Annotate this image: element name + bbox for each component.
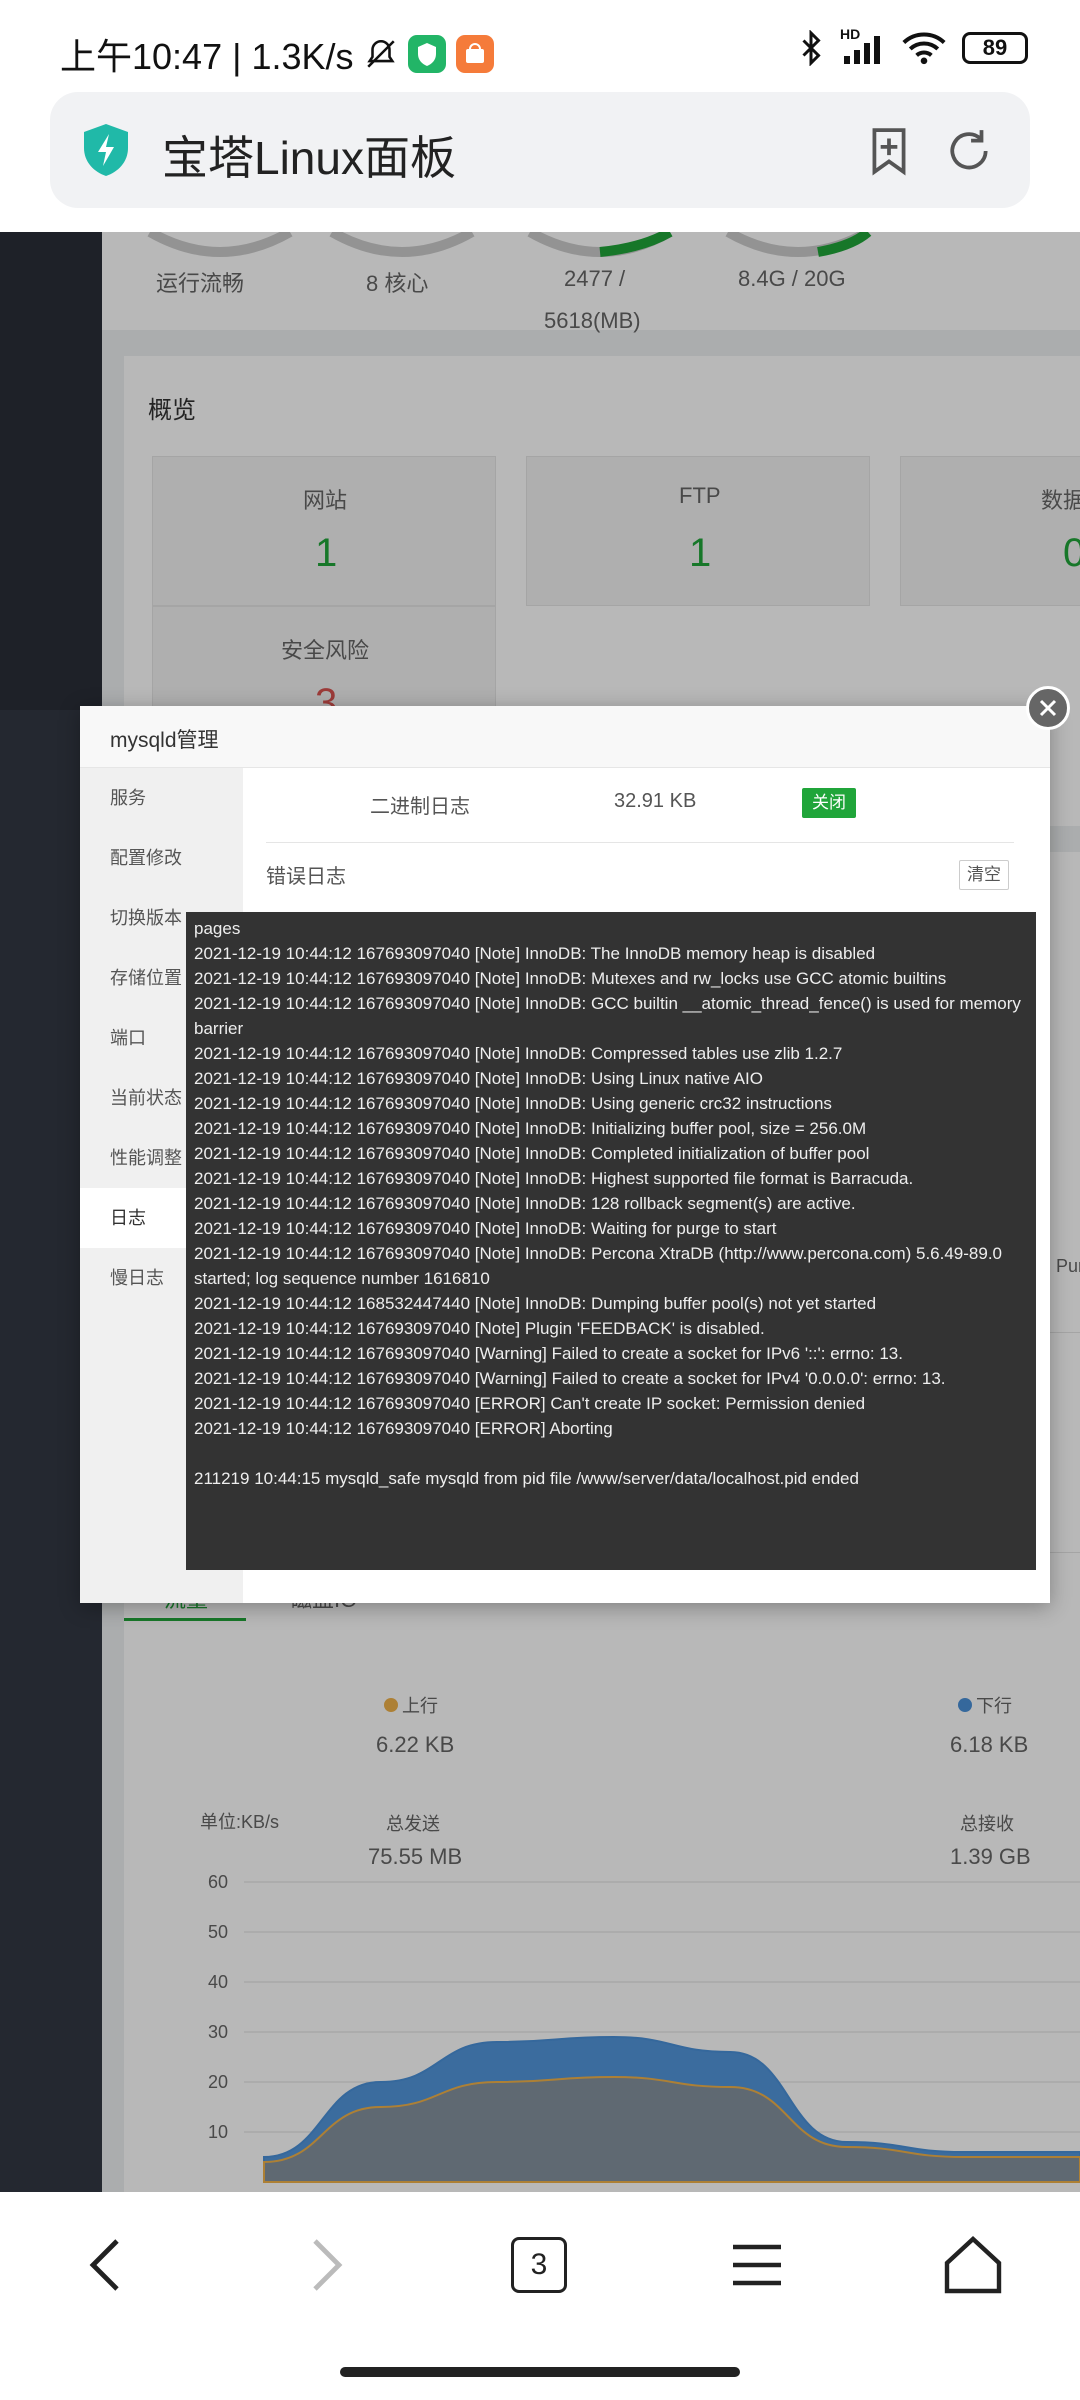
status-time: 上午10:47 | 1.3K/s (60, 36, 354, 77)
bookmark-add-icon[interactable] (864, 126, 914, 176)
log-line: 2021-12-19 10:44:12 167693097040 [Note] … (194, 1194, 856, 1213)
bluetooth-icon (802, 30, 821, 66)
log-line: 2021-12-19 10:44:12 167693097040 [Note] … (194, 1169, 914, 1188)
address-bar[interactable]: 宝塔Linux面板 (50, 92, 1030, 208)
binlog-close-button[interactable]: 关闭 (802, 788, 856, 818)
log-line: 2021-12-19 10:44:12 167693097040 [Note] … (194, 944, 876, 963)
log-line: 2021-12-19 10:44:12 167693097040 [Warnin… (194, 1369, 946, 1388)
hamburger-menu-icon (733, 2244, 781, 2286)
divider (266, 842, 1014, 843)
tab-count-badge: 3 (511, 2237, 567, 2293)
error-log-output[interactable]: pages 2021-12-19 10:44:12 167693097040 [N… (186, 912, 1036, 1570)
menu-item-config[interactable]: 配置修改 (80, 828, 243, 888)
log-line: 2021-12-19 10:44:12 167693097040 [Note] … (194, 1119, 867, 1138)
log-line: 211219 10:44:15 mysqld_safe mysqld from … (194, 1469, 859, 1488)
log-line: 2021-12-19 10:44:12 167693097040 [Note] … (194, 1219, 777, 1238)
binlog-size: 32.91 KB (614, 790, 697, 812)
log-line: 2021-12-19 10:44:12 167693097040 [Note] … (194, 1319, 765, 1338)
forward-button[interactable] (292, 2230, 362, 2300)
log-line: 2021-12-19 10:44:12 167693097040 [Note] … (194, 1144, 870, 1163)
binlog-label: 二进制日志 (370, 796, 470, 818)
mute-bell-icon (366, 39, 395, 68)
error-log-label: 错误日志 (266, 866, 346, 888)
log-line (186, 1441, 1036, 1466)
home-icon (944, 2236, 1002, 2294)
screen: { "status_bar": {"time_text": "上午10:47 |… (0, 0, 1080, 2400)
refresh-icon[interactable] (944, 126, 994, 176)
dialog-close-button[interactable] (1026, 686, 1070, 730)
log-line: 2021-12-19 10:44:12 167693097040 [Note] … (194, 1069, 763, 1088)
dialog-title: mysqld管理 (110, 729, 219, 752)
tabs-button[interactable]: 3 (504, 2230, 574, 2300)
log-line: 2021-12-19 10:44:12 167693097040 [Warnin… (194, 1344, 903, 1363)
log-line: 2021-12-19 10:44:12 168532447440 [Note] … (194, 1294, 877, 1313)
security-app-icon (407, 35, 446, 73)
dialog-title-bar: mysqld管理 (80, 706, 1050, 768)
log-line: 2021-12-19 10:44:12 167693097040 [Note] … (194, 1044, 843, 1063)
log-line: 2021-12-19 10:44:12 167693097040 [ERROR]… (194, 1419, 613, 1438)
chevron-right-icon (313, 2239, 343, 2291)
home-indicator[interactable] (340, 2367, 740, 2377)
hd-signal: HD (840, 26, 886, 66)
clear-log-button[interactable]: 清空 (959, 860, 1009, 890)
wifi-icon (902, 32, 946, 65)
log-line: 2021-12-19 10:44:12 167693097040 [Note] … (194, 969, 947, 988)
shield-bolt-icon (84, 124, 128, 176)
battery-indicator: 89 (962, 32, 1028, 64)
log-line: 2021-12-19 10:44:12 167693097040 [ERROR]… (194, 1394, 866, 1413)
chevron-left-icon (89, 2239, 119, 2291)
log-line: 2021-12-19 10:44:12 167693097040 [Note] … (194, 994, 1021, 1038)
shopping-app-icon (455, 35, 494, 73)
menu-item-service[interactable]: 服务 (80, 768, 243, 828)
log-line: pages (194, 919, 241, 938)
log-line: 2021-12-19 10:44:12 167693097040 [Note] … (194, 1094, 832, 1113)
log-lines: pages 2021-12-19 10:44:12 167693097040 [N… (186, 912, 1036, 1491)
log-line: 2021-12-19 10:44:12 167693097040 [Note] … (194, 1244, 1003, 1288)
page-title: 宝塔Linux面板 (162, 132, 456, 184)
menu-button[interactable] (722, 2230, 792, 2300)
status-bar: 上午10:47 | 1.3K/s HD 89 (0, 0, 1080, 100)
home-button[interactable] (938, 2230, 1008, 2300)
back-button[interactable] (70, 2230, 140, 2300)
close-icon (1039, 699, 1057, 717)
